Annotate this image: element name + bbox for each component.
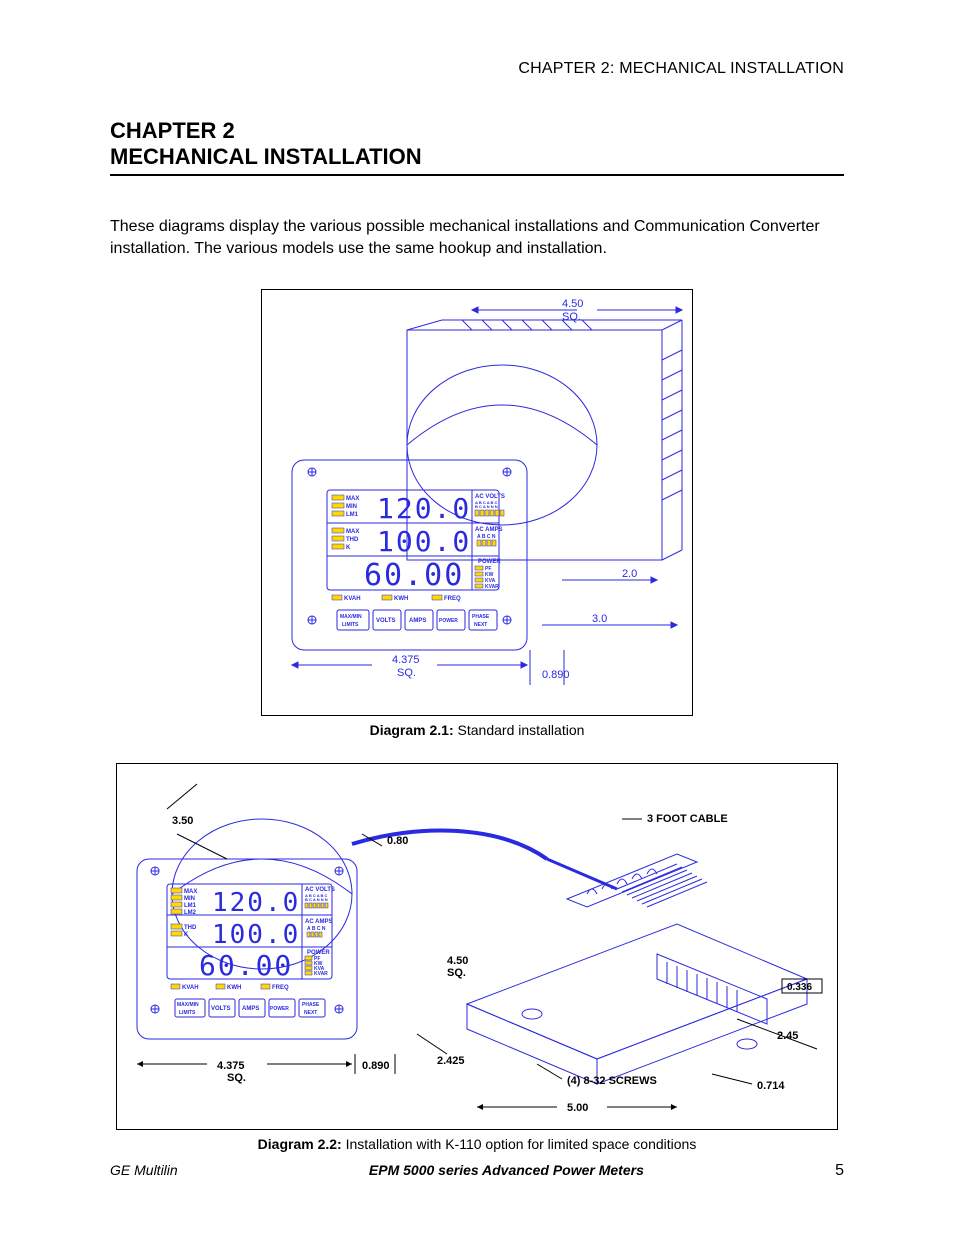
running-header: CHAPTER 2: MECHANICAL INSTALLATION bbox=[110, 60, 844, 78]
caption-label: Diagram 2.1: bbox=[370, 722, 454, 738]
display-power: 60.00 bbox=[364, 558, 464, 593]
label-max: MAX bbox=[184, 889, 197, 895]
caption-label: Diagram 2.2: bbox=[258, 1136, 342, 1152]
caption-text: Standard installation bbox=[454, 722, 585, 738]
dim-4-375: 4.375 bbox=[392, 654, 420, 666]
dim-0-890: 0.890 bbox=[542, 669, 570, 681]
btn-limits: LIMITS bbox=[179, 1010, 196, 1016]
dim-0-890: 0.890 bbox=[362, 1060, 390, 1072]
btn-maxmin: MAX/MIN bbox=[177, 1002, 199, 1008]
label-max: MAX bbox=[346, 496, 359, 502]
label-kvar: KVAR bbox=[314, 971, 328, 977]
label-lm1: LM1 bbox=[184, 903, 197, 909]
figure-2-2: MAX MIN LM1 LM2 THD K 120.0 100.0 60.00 … bbox=[110, 763, 844, 1152]
label-freq: FREQ bbox=[272, 985, 289, 991]
footer-center: EPM 5000 series Advanced Power Meters bbox=[369, 1162, 644, 1178]
btn-power: POWER bbox=[439, 618, 458, 624]
dim-0-336: 0.336 bbox=[787, 982, 812, 993]
btn-amps: AMPS bbox=[242, 1006, 259, 1012]
btn-phase: PHASE bbox=[302, 1002, 320, 1008]
label-volts-bot: B C A N N N bbox=[475, 504, 498, 509]
dim-sq-top: SQ. bbox=[562, 311, 581, 323]
label-kwh: KWH bbox=[227, 985, 241, 991]
footer-page-number: 5 bbox=[835, 1162, 844, 1180]
figure-2-1: 4.50 SQ. 2.0 3.0 bbox=[110, 289, 844, 738]
dim-0-80: 0.80 bbox=[387, 835, 408, 847]
chapter-title: MECHANICAL INSTALLATION bbox=[110, 144, 844, 170]
dim-screws: (4) 8-32 SCREWS bbox=[567, 1075, 657, 1087]
btn-maxmin: MAX/MIN bbox=[340, 614, 362, 620]
label-min: MIN bbox=[346, 504, 357, 510]
label-kwh: KWH bbox=[394, 596, 408, 602]
dim-cable: 3 FOOT CABLE bbox=[647, 813, 728, 825]
page: CHAPTER 2: MECHANICAL INSTALLATION CHAPT… bbox=[0, 0, 954, 1235]
dim-2-45: 2.45 bbox=[777, 1030, 798, 1042]
figure-2-1-svg: 4.50 SQ. 2.0 3.0 bbox=[262, 290, 692, 710]
caption-text: Installation with K-110 option for limit… bbox=[342, 1136, 697, 1152]
chapter-number: CHAPTER 2 bbox=[110, 118, 844, 144]
label-kvar: KVAR bbox=[485, 584, 499, 590]
label-amps-top: A B C N bbox=[477, 534, 496, 540]
figure-2-1-caption: Diagram 2.1: Standard installation bbox=[110, 722, 844, 738]
dim-5-00: 5.00 bbox=[567, 1102, 588, 1114]
btn-amps: AMPS bbox=[409, 618, 426, 624]
label-ac-amps: AC AMPS bbox=[475, 527, 502, 533]
label-kvah: KVAH bbox=[344, 596, 361, 602]
btn-phase: PHASE bbox=[472, 614, 490, 620]
label-power: POWER bbox=[478, 559, 501, 565]
page-footer: GE Multilin EPM 5000 series Advanced Pow… bbox=[110, 1162, 844, 1180]
dim-0-714: 0.714 bbox=[757, 1080, 785, 1092]
footer-left: GE Multilin bbox=[110, 1162, 178, 1178]
btn-volts: VOLTS bbox=[211, 1006, 231, 1012]
label-k: K bbox=[346, 545, 351, 551]
display-volts: 120.0 bbox=[212, 888, 300, 918]
label-freq: FREQ bbox=[444, 596, 461, 602]
label-lm2: LM2 bbox=[184, 910, 197, 916]
display-amps: 100.0 bbox=[212, 920, 300, 950]
dim-4-50-sq: SQ. bbox=[447, 967, 466, 979]
figure-2-2-svg: MAX MIN LM1 LM2 THD K 120.0 100.0 60.00 … bbox=[117, 764, 837, 1124]
label-amps-top: A B C N bbox=[307, 926, 326, 932]
label-ac-amps: AC AMPS bbox=[305, 919, 332, 925]
label-thd: THD bbox=[346, 537, 359, 543]
figure-2-2-caption: Diagram 2.2: Installation with K-110 opt… bbox=[110, 1136, 844, 1152]
dim-3-50: 3.50 bbox=[172, 815, 193, 827]
label-lm1: LM1 bbox=[346, 512, 359, 518]
label-min: MIN bbox=[184, 896, 195, 902]
label-kvah: KVAH bbox=[182, 985, 199, 991]
display-amps: 100.0 bbox=[377, 525, 471, 558]
btn-power: POWER bbox=[270, 1006, 289, 1012]
btn-next: NEXT bbox=[474, 622, 487, 628]
dim-2-425: 2.425 bbox=[437, 1055, 465, 1067]
dim-4-375: 4.375 bbox=[217, 1060, 245, 1072]
chapter-heading: CHAPTER 2 MECHANICAL INSTALLATION bbox=[110, 118, 844, 176]
figure-2-2-frame: MAX MIN LM1 LM2 THD K 120.0 100.0 60.00 … bbox=[116, 763, 838, 1130]
dim-sq-bot: SQ. bbox=[397, 667, 416, 679]
dim-4-375-sq: SQ. bbox=[227, 1072, 246, 1084]
display-volts: 120.0 bbox=[377, 492, 471, 525]
dim-3-0: 3.0 bbox=[592, 613, 607, 625]
label-volts-bot: B C A N N N bbox=[305, 897, 328, 902]
label-k: K bbox=[184, 932, 189, 938]
intro-paragraph: These diagrams display the various possi… bbox=[110, 216, 844, 259]
btn-limits: LIMITS bbox=[342, 622, 359, 628]
label-thd: THD bbox=[184, 925, 197, 931]
figure-2-1-frame: 4.50 SQ. 2.0 3.0 bbox=[261, 289, 693, 716]
btn-volts: VOLTS bbox=[376, 618, 396, 624]
dim-4-50: 4.50 bbox=[447, 955, 468, 967]
dim-2-0: 2.0 bbox=[622, 568, 637, 580]
display-power: 60.00 bbox=[199, 949, 293, 982]
btn-next: NEXT bbox=[304, 1010, 317, 1016]
label-max2: MAX bbox=[346, 529, 359, 535]
dim-4-50: 4.50 bbox=[562, 298, 583, 310]
